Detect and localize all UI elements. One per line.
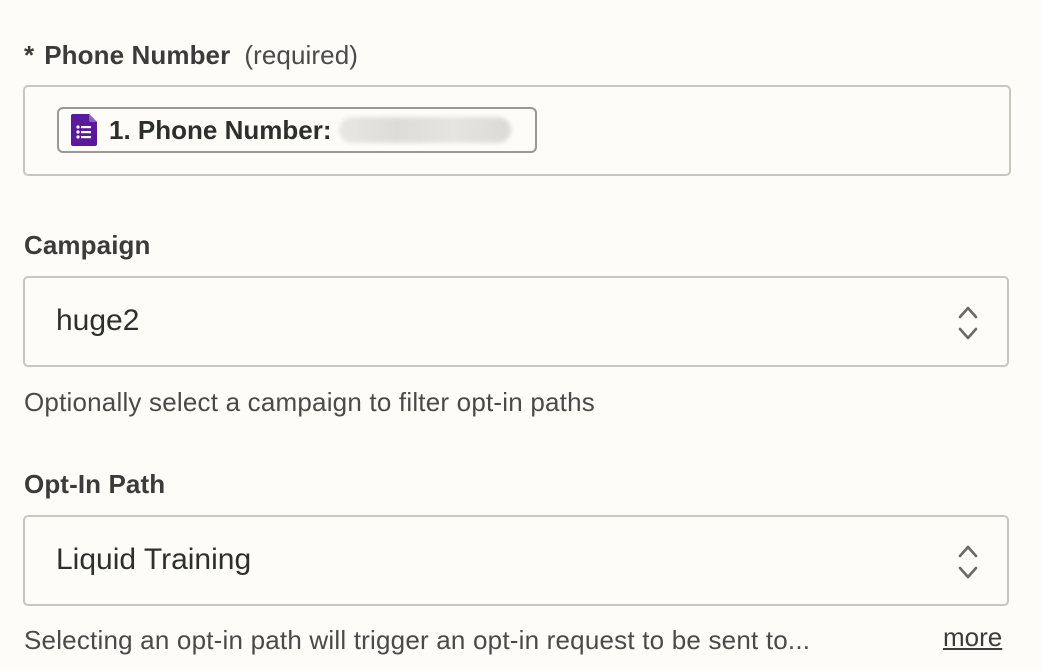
required-hint: (required) (244, 40, 359, 70)
opt-in-path-select[interactable]: Liquid Training (23, 515, 1009, 606)
campaign-help-text: Optionally select a campaign to filter o… (24, 387, 595, 417)
phone-number-label-text: Phone Number (44, 40, 231, 70)
phone-number-field[interactable]: 1. Phone Number: (23, 85, 1011, 176)
campaign-selected-value: huge2 (56, 304, 140, 337)
opt-in-path-help-text: Selecting an opt-in path will trigger an… (24, 625, 811, 655)
opt-in-path-label: Opt-In Path (24, 469, 166, 499)
form-panel: * Phone Number (required) 1. Phone Number:… (0, 0, 1042, 671)
chevron-up-down-icon (958, 306, 978, 340)
phone-number-label: * Phone Number (required) (24, 40, 358, 71)
campaign-select[interactable]: huge2 (23, 276, 1009, 367)
mapped-field-text: 1. Phone Number: (109, 114, 332, 145)
chevron-up-down-icon (958, 545, 978, 579)
more-link[interactable]: more (943, 622, 1002, 653)
opt-in-path-selected-value: Liquid Training (56, 543, 252, 576)
campaign-label: Campaign (24, 230, 151, 260)
mapped-field-pill[interactable]: 1. Phone Number: (57, 107, 537, 153)
google-forms-icon (71, 114, 97, 146)
redacted-value (339, 117, 512, 143)
required-asterisk: * (24, 40, 35, 70)
